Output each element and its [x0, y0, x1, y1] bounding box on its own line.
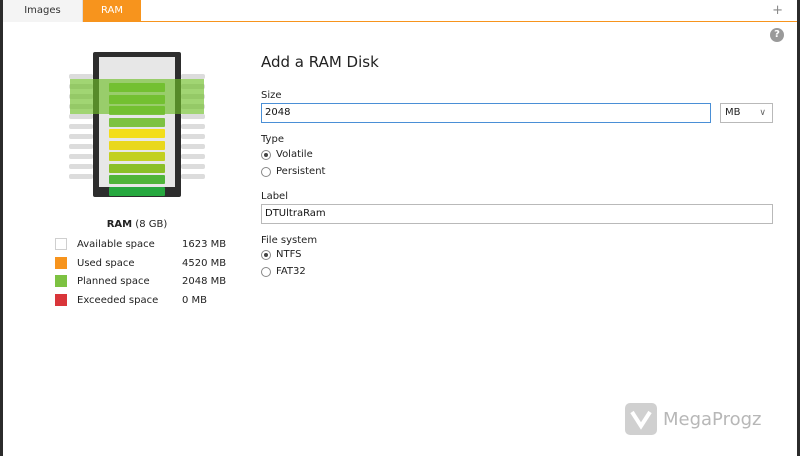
legend-label: Planned space [77, 276, 150, 287]
ram-chip-pin [69, 164, 93, 169]
ram-level-bar [109, 152, 165, 161]
label-input[interactable]: DTUltraRam [261, 204, 773, 224]
legend-row-planned: Planned space 2048 MB [55, 275, 230, 294]
radio-label: FAT32 [276, 266, 306, 277]
ram-chip-pin [69, 144, 93, 149]
ram-chip-body [93, 52, 181, 197]
exceeded-swatch [55, 293, 67, 306]
radio-label: NTFS [276, 249, 302, 260]
ram-summary-title: RAM (8 GB) [65, 219, 209, 230]
size-unit-select[interactable]: MB ∨ [720, 103, 773, 123]
tab-bar: Images RAM + [3, 0, 797, 22]
size-unit-value: MB [725, 107, 741, 118]
ram-title-size: (8 GB) [132, 219, 168, 230]
legend-label: Used space [77, 257, 135, 269]
ram-chip-pin [181, 164, 205, 169]
radio-dot [261, 250, 271, 260]
ram-chip-pin [181, 134, 205, 139]
planned-swatch [55, 275, 67, 287]
ram-chip-pin [181, 174, 205, 179]
ram-chip-pin [181, 154, 205, 159]
ram-chip-pin [69, 174, 93, 179]
ram-chip-graphic [65, 52, 209, 200]
legend-label: Exceeded space [77, 294, 159, 306]
legend-row-exceeded: Exceeded space 0 MB [55, 293, 230, 313]
radio-dot [261, 267, 271, 277]
add-tab-icon[interactable]: + [772, 3, 783, 18]
legend-label: Available space [77, 239, 155, 250]
tab-ram[interactable]: RAM [83, 0, 141, 22]
used-swatch [55, 256, 67, 269]
radio-dot [261, 167, 271, 177]
ram-chip-pin [181, 124, 205, 129]
ram-title-bold: RAM [106, 219, 133, 230]
app-window: Images RAM + ? RAM (8 GB) Available spac… [3, 0, 797, 456]
radio-label: Persistent [276, 166, 326, 177]
tab-images[interactable]: Images [3, 0, 83, 22]
available-swatch [55, 238, 67, 250]
help-icon[interactable]: ? [770, 28, 784, 42]
ram-chip-pin [181, 114, 205, 119]
legend-value: 0 MB [182, 294, 208, 306]
legend-row-available: Available space 1623 MB [55, 238, 230, 257]
ram-level-bar [109, 186, 165, 196]
ram-chip-pin [69, 154, 93, 159]
legend-value: 4520 MB [182, 257, 227, 269]
size-input[interactable]: 2048 [261, 103, 711, 123]
ram-level-bar [109, 163, 165, 173]
ram-chip-plate [99, 57, 175, 196]
ram-level-bar [109, 117, 165, 127]
ram-legend: Available space 1623 MB Used space 4520 … [55, 238, 230, 312]
type-label: Type [261, 134, 284, 145]
watermark: MegaProgz [625, 403, 785, 437]
chevron-down-icon: ∨ [759, 108, 766, 118]
ram-level-bar [109, 129, 165, 138]
watermark-logo-icon [625, 403, 657, 435]
label-field-label: Label [261, 191, 288, 202]
form-title: Add a RAM Disk [261, 53, 379, 71]
planned-space-overlay [70, 79, 204, 114]
fs-label: File system [261, 235, 318, 246]
watermark-text: MegaProgz [663, 409, 762, 430]
radio-dot [261, 150, 271, 160]
ram-level-bar [109, 175, 165, 184]
ram-chip-pin [69, 114, 93, 119]
legend-value: 1623 MB [182, 239, 227, 250]
ram-level-bar [109, 140, 165, 150]
legend-row-used: Used space 4520 MB [55, 256, 230, 276]
radio-label: Volatile [276, 149, 313, 160]
ram-chip-pin [69, 134, 93, 139]
ram-chip-pin [69, 124, 93, 129]
ram-chip-pin [181, 144, 205, 149]
legend-value: 2048 MB [182, 276, 227, 287]
size-label: Size [261, 90, 282, 101]
